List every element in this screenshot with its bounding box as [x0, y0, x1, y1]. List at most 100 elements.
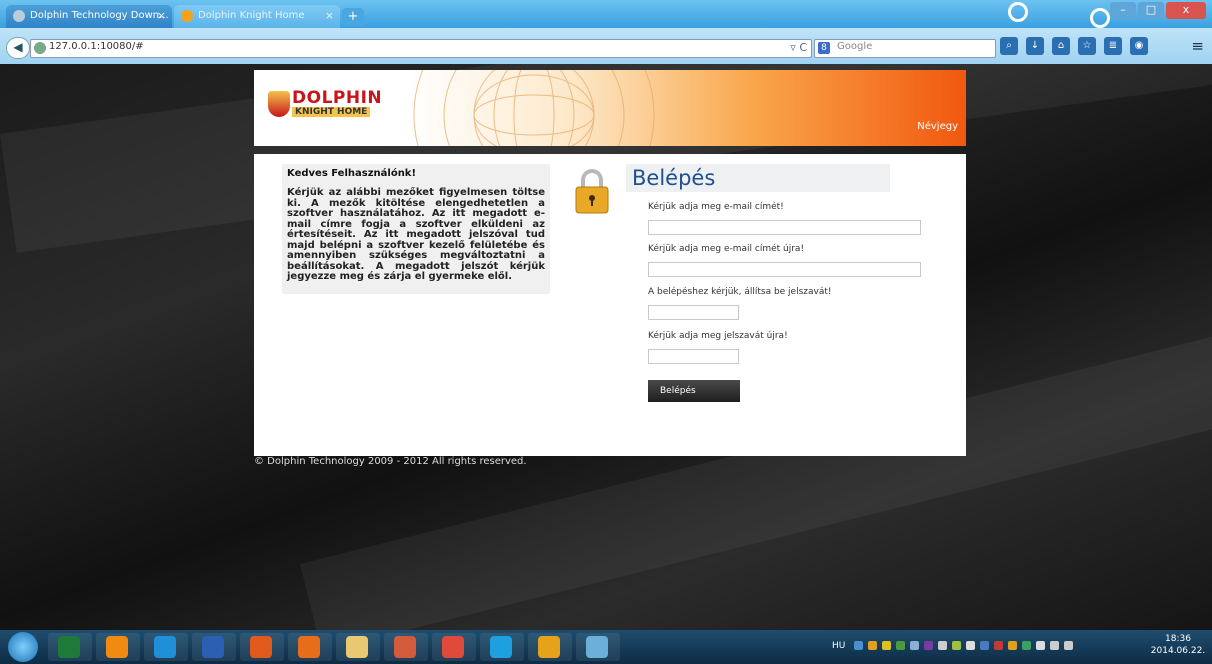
tray-icon[interactable] [1022, 641, 1031, 650]
back-button[interactable]: ◀ [6, 37, 30, 59]
tray-icon[interactable] [854, 641, 863, 650]
browser-tab-bar: Dolphin Technology Down... × Dolphin Kni… [0, 0, 1212, 28]
clock-date: 2014.06.22. [1150, 646, 1206, 656]
globe-graphic [413, 70, 655, 146]
maximize-button[interactable]: □ [1138, 2, 1164, 19]
theme-decoration [1008, 2, 1028, 22]
login-title: Belépés [632, 166, 716, 190]
favicon-icon [13, 10, 25, 22]
tab-dolphin-knight-home[interactable]: Dolphin Knight Home × [174, 5, 340, 28]
intro-text: Kérjük az alábbi mezőket figyelmesen töl… [287, 187, 545, 282]
close-tab-icon[interactable]: × [157, 5, 166, 27]
tab-dolphin-technology-download[interactable]: Dolphin Technology Down... × [6, 5, 172, 28]
tray-icon[interactable] [966, 641, 975, 650]
reload-icon[interactable]: ▿ C [790, 41, 807, 54]
tray-icon[interactable] [938, 641, 947, 650]
media-player-icon [250, 636, 272, 658]
page-viewport: DOLPHIN KNIGHT HOME Névjegy Kedves Felha… [0, 64, 1212, 630]
internet-explorer-icon [154, 636, 176, 658]
paint-icon [586, 636, 608, 658]
intro-box: Kedves Felhasználónk! Kérjük az alábbi m… [282, 164, 550, 294]
search-bar[interactable]: 8 Google [814, 39, 996, 58]
minimize-button[interactable]: – [1110, 2, 1136, 19]
footer-copyright: © Dolphin Technology 2009 - 2012 All rig… [254, 456, 527, 467]
explorer-taskbar-button[interactable] [336, 633, 380, 661]
search-placeholder: Google [837, 41, 873, 52]
email-field[interactable] [648, 220, 921, 235]
volume-icon[interactable] [1064, 641, 1073, 650]
folder-icon [346, 636, 368, 658]
outlook-icon [538, 636, 560, 658]
bookmark-star-icon[interactable]: ☆ [1078, 37, 1096, 55]
tray-icon[interactable] [924, 641, 933, 650]
tray-icon[interactable] [896, 641, 905, 650]
new-tab-button[interactable]: + [342, 8, 364, 26]
network-icon[interactable] [1050, 641, 1059, 650]
content-panel: Kedves Felhasználónk! Kérjük az alábbi m… [254, 154, 966, 456]
media-player-taskbar-button[interactable] [240, 633, 284, 661]
language-indicator[interactable]: HU [832, 641, 845, 651]
intro-title: Kedves Felhasználónk! [287, 168, 417, 179]
password-confirm-field[interactable] [648, 349, 739, 364]
email-confirm-label: Kérjük adja meg e-mail címét újra! [648, 244, 805, 254]
tray-icon[interactable] [1008, 641, 1017, 650]
shield-icon [268, 91, 290, 117]
address-bar[interactable]: 127.0.0.1:10080/# ▿ C [30, 39, 812, 58]
chrome-icon [442, 636, 464, 658]
password-confirm-label: Kérjük adja meg jelszavát újra! [648, 331, 788, 341]
toolbar-icons: ⌕ ↓ ⌂ ☆ ≣ ◉ [1000, 37, 1148, 55]
start-button[interactable] [8, 632, 38, 662]
app-icon [394, 636, 416, 658]
tray-icon[interactable] [952, 641, 961, 650]
paint-taskbar-button[interactable] [576, 633, 620, 661]
firefox-icon [298, 636, 320, 658]
addon-icon[interactable]: ◉ [1130, 37, 1148, 55]
browser-nav-bar: ◀ 127.0.0.1:10080/# ▿ C 8 Google ⌕ ↓ ⌂ ☆… [0, 28, 1212, 64]
tray-icon[interactable] [868, 641, 877, 650]
clock-time: 18:36 [1165, 634, 1191, 644]
word-taskbar-button[interactable] [192, 633, 236, 661]
password-field[interactable] [648, 305, 739, 320]
theme-decoration [1090, 8, 1110, 28]
chrome-taskbar-button[interactable] [432, 633, 476, 661]
nevjegy-link[interactable]: Névjegy [917, 121, 958, 132]
dolphin-logo[interactable]: DOLPHIN KNIGHT HOME [268, 88, 382, 122]
tray-icon[interactable] [882, 641, 891, 650]
site-identity-icon[interactable] [34, 42, 46, 54]
logo-subtext: KNIGHT HOME [292, 107, 371, 117]
close-window-button[interactable]: x [1166, 2, 1206, 19]
password-label: A belépéshez kérjük, állítsa be jelszavá… [648, 287, 832, 297]
outlook-taskbar-button[interactable] [528, 633, 572, 661]
skype-icon [490, 636, 512, 658]
excel-taskbar-button[interactable] [48, 633, 92, 661]
google-icon[interactable]: 8 [818, 42, 830, 54]
bookmarks-icon[interactable]: ≣ [1104, 37, 1122, 55]
home-icon[interactable]: ⌂ [1052, 37, 1070, 55]
flag-icon[interactable] [1036, 641, 1045, 650]
vlc-taskbar-button[interactable] [96, 633, 140, 661]
url-text[interactable]: 127.0.0.1:10080/# [49, 41, 144, 52]
window-controls: – □ x [1110, 2, 1206, 19]
firefox-taskbar-button[interactable] [288, 633, 332, 661]
search-icon[interactable]: ⌕ [1000, 37, 1018, 55]
tray-icon[interactable] [910, 641, 919, 650]
tab-title: Dolphin Knight Home [198, 10, 305, 21]
menu-icon[interactable]: ≡ [1191, 37, 1204, 55]
excel-icon [58, 636, 80, 658]
tray-icon[interactable] [994, 641, 1003, 650]
skype-taskbar-button[interactable] [480, 633, 524, 661]
ie-taskbar-button[interactable] [144, 633, 188, 661]
email-label: Kérjük adja meg e-mail címét! [648, 202, 784, 212]
site-header: DOLPHIN KNIGHT HOME Névjegy [254, 70, 966, 146]
close-tab-icon[interactable]: × [325, 5, 334, 27]
tray-icon[interactable] [980, 641, 989, 650]
download-icon[interactable]: ↓ [1026, 37, 1044, 55]
tab-title: Dolphin Technology Down... [30, 10, 169, 21]
login-button[interactable]: Belépés [648, 380, 740, 402]
logo-text: DOLPHIN [292, 88, 383, 108]
word-icon [202, 636, 224, 658]
padlock-icon [575, 169, 609, 214]
email-confirm-field[interactable] [648, 262, 921, 277]
app-taskbar-button[interactable] [384, 633, 428, 661]
system-clock[interactable]: 18:36 2014.06.22. [1150, 633, 1206, 657]
